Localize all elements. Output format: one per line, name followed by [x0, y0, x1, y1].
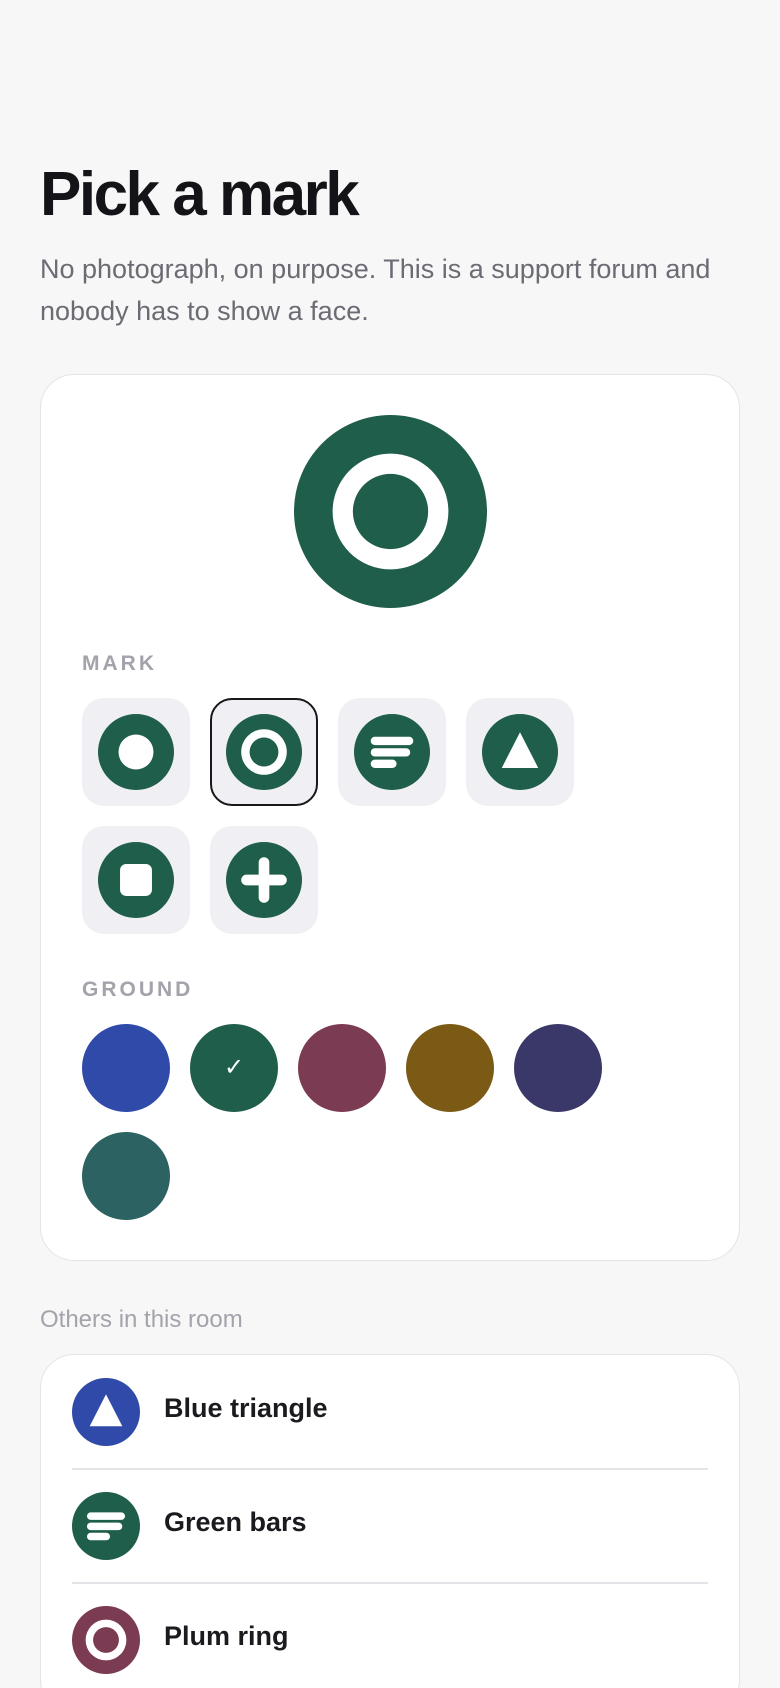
bars-icon: [72, 1492, 140, 1560]
triangle-icon: [72, 1378, 140, 1446]
mark-option-dot[interactable]: [82, 698, 190, 806]
mark-option-triangle[interactable]: [466, 698, 574, 806]
ground-section-label: GROUND: [82, 978, 194, 1001]
mark-option-ring[interactable]: [210, 698, 318, 806]
list-item[interactable]: Plum ring: [72, 1583, 708, 1688]
mark-section-label: MARK: [82, 652, 157, 675]
ground-swatch-blue[interactable]: [82, 1024, 170, 1112]
ground-swatch-green[interactable]: ✓: [190, 1024, 278, 1112]
plus-icon: [226, 842, 302, 918]
ring-icon: [294, 415, 487, 608]
avatar: [72, 1606, 140, 1674]
avatar-preview: [294, 415, 487, 608]
list-item[interactable]: Blue triangle: [72, 1355, 708, 1469]
ground-swatch-ochre[interactable]: [406, 1024, 494, 1112]
list-item[interactable]: Green bars: [72, 1469, 708, 1583]
ground-swatch-indigo[interactable]: [514, 1024, 602, 1112]
triangle-icon: [482, 714, 558, 790]
pick-mark-screen: Pick a mark No photograph, on purpose. T…: [0, 0, 780, 1688]
member-name: Green bars: [164, 1507, 307, 1537]
ground-swatch-plum[interactable]: [298, 1024, 386, 1112]
mark-option-bars[interactable]: [338, 698, 446, 806]
page-subtitle: No photograph, on purpose. This is a sup…: [40, 254, 711, 326]
ring-icon: [72, 1606, 140, 1674]
avatar: [72, 1378, 140, 1446]
others-section-label: Others in this room: [40, 1306, 243, 1333]
avatar: [72, 1492, 140, 1560]
member-name: Plum ring: [164, 1621, 289, 1651]
page-title: Pick a mark: [40, 160, 360, 229]
mark-option-plus[interactable]: [210, 826, 318, 934]
member-name: Blue triangle: [164, 1393, 328, 1423]
ground-swatch-teal[interactable]: [82, 1132, 170, 1220]
mark-option-square[interactable]: [82, 826, 190, 934]
dot-icon: [98, 714, 174, 790]
checkmark-icon: ✓: [223, 1054, 245, 1081]
bars-icon: [354, 714, 430, 790]
ring-icon: [226, 714, 302, 790]
square-icon: [98, 842, 174, 918]
